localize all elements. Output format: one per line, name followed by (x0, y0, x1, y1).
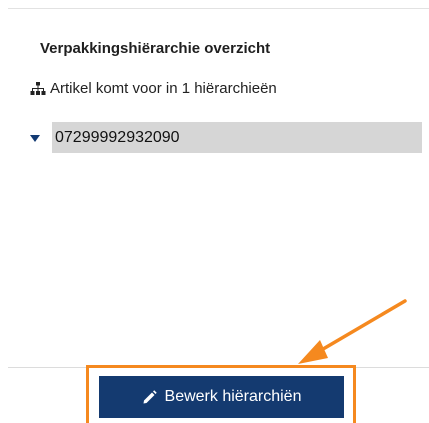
edit-hierarchies-button[interactable]: Bewerk hiërarchiën (99, 376, 344, 418)
panel-top-border (8, 8, 429, 9)
arrow-annotation (298, 299, 407, 364)
tree-node[interactable]: 07299992932090 (30, 122, 422, 153)
hierarchy-count-row: Artikel komt voor in 1 hiërarchieën (30, 80, 277, 97)
hierarchy-panel: Verpakkingshiërarchie overzicht Artikel … (0, 0, 429, 423)
panel-title: Verpakkingshiërarchie overzicht (40, 40, 271, 57)
caret-down-icon[interactable] (30, 134, 40, 142)
sitemap-icon (30, 81, 46, 95)
edit-button-label: Bewerk hiërarchiën (164, 388, 302, 405)
tree-node-label[interactable]: 07299992932090 (52, 122, 422, 153)
hierarchy-count-text: Artikel komt voor in 1 hiërarchieën (50, 80, 277, 97)
pencil-icon (143, 389, 157, 403)
